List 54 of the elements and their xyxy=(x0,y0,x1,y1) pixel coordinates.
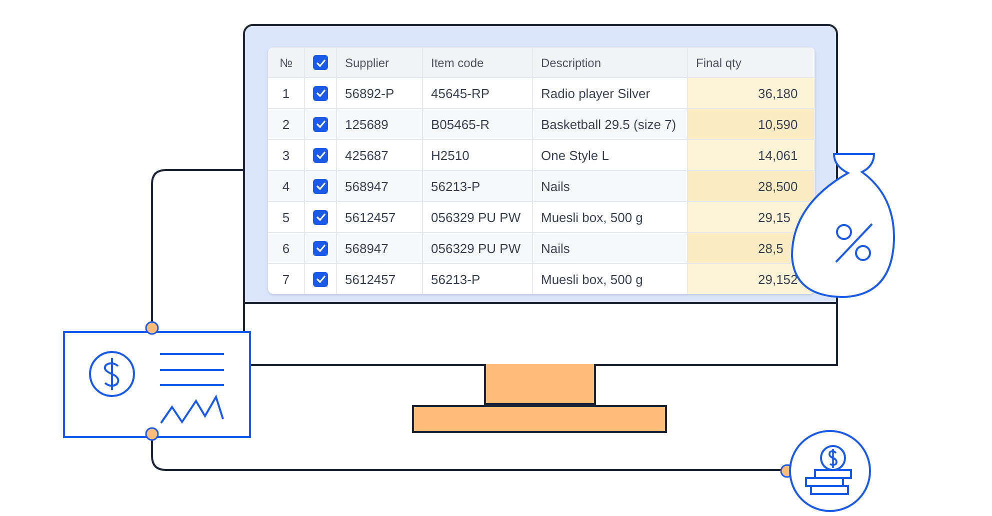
checkbox[interactable] xyxy=(313,210,328,224)
checkmark-icon xyxy=(316,151,326,159)
checkbox[interactable] xyxy=(313,178,328,194)
checkmark-icon xyxy=(316,58,326,66)
row-number: 7 xyxy=(268,263,305,294)
table-cell: H2510 xyxy=(423,139,533,170)
checkbox[interactable] xyxy=(313,55,328,70)
table-cell: 125689 xyxy=(337,108,423,139)
table-cell: Radio player Silver xyxy=(533,77,688,108)
checkmark-icon xyxy=(316,213,326,221)
checkmark-icon xyxy=(316,244,326,252)
table-cell: 568947 xyxy=(337,170,423,201)
column-header[interactable]: Final qty xyxy=(688,47,815,77)
table-cell: 28,500 xyxy=(688,170,815,201)
row-number: 1 xyxy=(268,77,305,108)
table-cell: 056329 PU PW xyxy=(423,201,533,232)
table-cell: 36,180 xyxy=(688,77,815,108)
table-cell: B05465-R xyxy=(423,108,533,139)
table-cell: 56213-P xyxy=(423,263,533,294)
checkbox[interactable] xyxy=(313,86,328,100)
table-cell: Muesli box, 500 g xyxy=(533,263,688,294)
table-cell: 45645-RP xyxy=(423,77,533,108)
column-header[interactable]: Description xyxy=(533,47,688,77)
coins-icon xyxy=(789,430,871,512)
table-cell: 5612457 xyxy=(337,263,423,294)
checkbox[interactable] xyxy=(313,240,328,256)
column-header: № xyxy=(268,47,305,77)
column-header[interactable]: Item code xyxy=(423,47,533,77)
table-cell: 56213-P xyxy=(423,170,533,201)
table-cell: 056329 PU PW xyxy=(423,232,533,263)
checkbox[interactable] xyxy=(313,116,328,132)
checkmark-icon xyxy=(316,275,326,283)
table-cell: Nails xyxy=(533,170,688,201)
checkmark-icon xyxy=(316,120,326,128)
table-cell: Basketball 29.5 (size 7) xyxy=(533,108,688,139)
checkmark-icon xyxy=(316,182,326,190)
checkbox[interactable] xyxy=(313,272,328,286)
row-number: 4 xyxy=(268,170,305,201)
row-number: 6 xyxy=(268,232,305,263)
table-cell: One Style L xyxy=(533,139,688,170)
table-cell: 10,590 xyxy=(688,108,815,139)
table-cell: 425687 xyxy=(337,139,423,170)
table-cell: Muesli box, 500 g xyxy=(533,201,688,232)
table-cell: 568947 xyxy=(337,232,423,263)
row-number: 3 xyxy=(268,139,305,170)
checkmark-icon xyxy=(316,89,326,97)
table-cell: Nails xyxy=(533,232,688,263)
table-cell: 5612457 xyxy=(337,201,423,232)
row-number: 5 xyxy=(268,201,305,232)
table-cell: 56892-P xyxy=(337,77,423,108)
row-number: 2 xyxy=(268,108,305,139)
table-cell: 14,061 xyxy=(688,139,815,170)
column-header[interactable]: Supplier xyxy=(337,47,423,77)
checkbox[interactable] xyxy=(313,148,328,162)
